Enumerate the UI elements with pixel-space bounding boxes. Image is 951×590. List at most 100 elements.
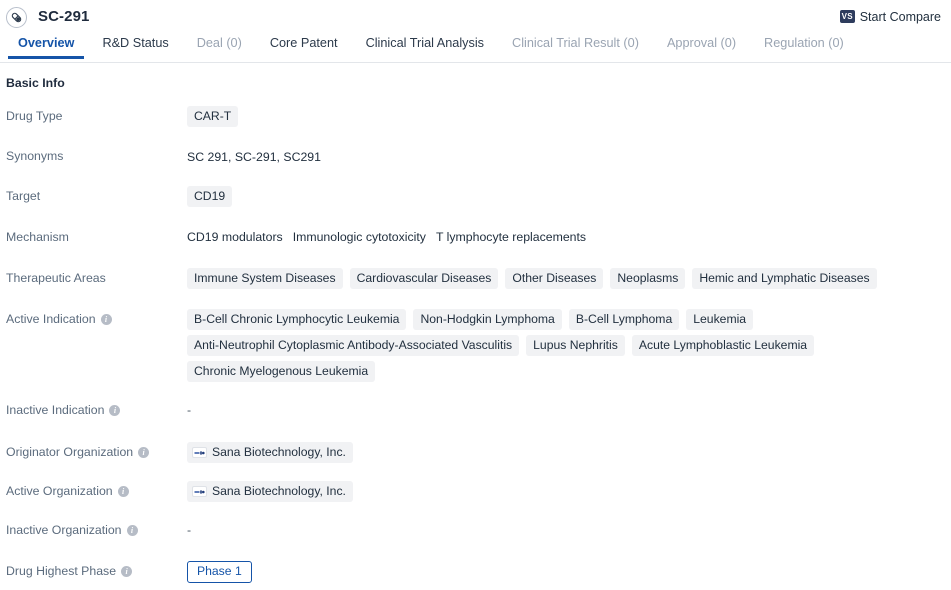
row-inactive-organization: Inactive Organization i - (0, 520, 951, 548)
row-value-drug-type: CAR-T (187, 106, 951, 127)
info-icon[interactable]: i (100, 314, 112, 325)
row-value-active-indication: B-Cell Chronic Lymphocytic Leukemia Non-… (187, 309, 951, 382)
vs-icon: VS (839, 10, 855, 23)
mechanism-item: Immunologic cytotoxicity (292, 230, 426, 244)
row-label-text: Target (6, 189, 41, 203)
row-label-mechanism: Mechanism (6, 227, 187, 245)
info-icon[interactable]: i (121, 566, 133, 577)
empty-value: - (187, 403, 192, 417)
row-label-drug-highest-phase: Drug Highest Phase i (6, 561, 187, 579)
synonyms-text: SC 291, SC-291, SC291 (187, 150, 321, 164)
organization-name: Sana Biotechnology, Inc. (212, 484, 346, 498)
row-label-text: Drug Type (6, 109, 63, 123)
row-value-inactive-indication: - (187, 400, 951, 417)
company-logo-icon (192, 486, 207, 497)
row-drug-type: Drug Type CAR-T (0, 106, 951, 134)
row-active-indication: Active Indication i B-Cell Chronic Lymph… (0, 309, 951, 382)
overview-content: Basic Info Drug Type CAR-T Synonyms SC 2… (0, 63, 951, 590)
empty-value: - (187, 523, 192, 537)
row-label-originator-organization: Originator Organization i (6, 442, 187, 460)
tab-approval[interactable]: Approval (0) (653, 33, 750, 59)
tag-item[interactable]: CAR-T (187, 106, 239, 127)
row-value-target: CD19 (187, 186, 951, 207)
row-label-text: Mechanism (6, 230, 69, 244)
tab-core-patent[interactable]: Core Patent (256, 33, 352, 59)
row-label-therapeutic-areas: Therapeutic Areas (6, 268, 187, 286)
tag-list: CAR-T (187, 106, 951, 127)
row-label-text: Active Organization (6, 484, 113, 498)
row-label-synonyms: Synonyms (6, 146, 187, 164)
tag-item[interactable]: B-Cell Lymphoma (568, 309, 680, 330)
tag-list: CD19 (187, 186, 951, 207)
row-inactive-indication: Inactive Indication i - (0, 400, 951, 428)
row-label-text: Active Indication (6, 312, 96, 326)
row-therapeutic-areas: Therapeutic Areas Immune System Diseases… (0, 268, 951, 296)
tab-regulation[interactable]: Regulation (0) (750, 33, 858, 59)
row-label-active-indication: Active Indication i (6, 309, 187, 327)
tag-item[interactable]: CD19 (187, 186, 233, 207)
row-value-mechanism: CD19 modulators Immunologic cytotoxicity… (187, 227, 951, 244)
organization-tag[interactable]: Sana Biotechnology, Inc. (187, 481, 353, 502)
tab-clinical-trial-result[interactable]: Clinical Trial Result (0) (498, 33, 653, 59)
company-logo-icon (192, 447, 207, 458)
mechanism-item: T lymphocyte replacements (435, 230, 587, 244)
row-active-organization: Active Organization i Sana Biotechnology… (0, 481, 951, 509)
row-label-inactive-organization: Inactive Organization i (6, 520, 187, 538)
row-label-text: Therapeutic Areas (6, 271, 106, 285)
mechanism-list: CD19 modulators Immunologic cytotoxicity… (187, 227, 951, 244)
tag-item[interactable]: Chronic Myelogenous Leukemia (187, 361, 376, 382)
row-synonyms: Synonyms SC 291, SC-291, SC291 (0, 146, 951, 174)
page-header: SC-291 VS Start Compare (0, 0, 951, 33)
tab-bar: Overview R&D Status Deal (0) Core Patent… (0, 33, 951, 63)
row-label-text: Synonyms (6, 149, 64, 163)
tag-list: Immune System Diseases Cardiovascular Di… (187, 268, 951, 289)
info-icon[interactable]: i (138, 447, 150, 458)
mechanism-item: CD19 modulators (187, 230, 283, 244)
row-value-therapeutic-areas: Immune System Diseases Cardiovascular Di… (187, 268, 951, 289)
tab-clinical-trial-analysis[interactable]: Clinical Trial Analysis (352, 33, 498, 59)
row-label-target: Target (6, 186, 187, 204)
tag-item[interactable]: Non-Hodgkin Lymphoma (413, 309, 562, 330)
tag-item[interactable]: Neoplasms (610, 268, 686, 289)
tag-item[interactable]: Cardiovascular Diseases (349, 268, 499, 289)
organization-tag[interactable]: Sana Biotechnology, Inc. (187, 442, 353, 463)
row-value-synonyms: SC 291, SC-291, SC291 (187, 146, 951, 165)
tab-rd-status[interactable]: R&D Status (88, 33, 182, 59)
tab-overview[interactable]: Overview (4, 33, 88, 59)
row-value-inactive-organization: - (187, 520, 951, 537)
info-icon[interactable]: i (126, 525, 138, 536)
info-icon[interactable]: i (109, 405, 121, 416)
row-label-text: Inactive Organization (6, 523, 122, 537)
tab-deal[interactable]: Deal (0) (183, 33, 256, 59)
section-title-basic-info: Basic Info (6, 76, 65, 90)
row-mechanism: Mechanism CD19 modulators Immunologic cy… (0, 227, 951, 255)
row-label-active-organization: Active Organization i (6, 481, 187, 499)
tag-item[interactable]: Acute Lymphoblastic Leukemia (631, 335, 815, 356)
row-value-originator-organization: Sana Biotechnology, Inc. (187, 442, 951, 463)
tag-item[interactable]: B-Cell Chronic Lymphocytic Leukemia (187, 309, 407, 330)
row-originator-organization: Originator Organization i Sana Biotechno… (0, 442, 951, 470)
row-label-inactive-indication: Inactive Indication i (6, 400, 187, 418)
row-value-drug-highest-phase: Phase 1 (187, 561, 951, 583)
row-label-text: Originator Organization (6, 445, 134, 459)
status-badge[interactable]: Phase 1 (187, 561, 252, 583)
tag-item[interactable]: Hemic and Lymphatic Diseases (692, 268, 877, 289)
row-label-drug-type: Drug Type (6, 106, 187, 124)
tag-item[interactable]: Immune System Diseases (187, 268, 343, 289)
header-actions: VS Start Compare (839, 10, 943, 24)
start-compare-button[interactable]: Start Compare (860, 10, 941, 24)
page-title: SC-291 (38, 8, 90, 25)
row-target: Target CD19 (0, 186, 951, 214)
drug-detail-page: SC-291 VS Start Compare Overview R&D Sta… (0, 0, 951, 590)
pill-icon (6, 6, 27, 28)
tag-item[interactable]: Anti-Neutrophil Cytoplasmic Antibody-Ass… (187, 335, 520, 356)
tag-item[interactable]: Lupus Nephritis (526, 335, 625, 356)
row-label-text: Drug Highest Phase (6, 564, 117, 578)
organization-name: Sana Biotechnology, Inc. (212, 445, 346, 459)
info-icon[interactable]: i (117, 486, 129, 497)
tag-item[interactable]: Leukemia (686, 309, 754, 330)
tag-list: B-Cell Chronic Lymphocytic Leukemia Non-… (187, 309, 951, 382)
tag-item[interactable]: Other Diseases (505, 268, 604, 289)
row-drug-highest-phase: Drug Highest Phase i Phase 1 (0, 561, 951, 589)
row-value-active-organization: Sana Biotechnology, Inc. (187, 481, 951, 502)
